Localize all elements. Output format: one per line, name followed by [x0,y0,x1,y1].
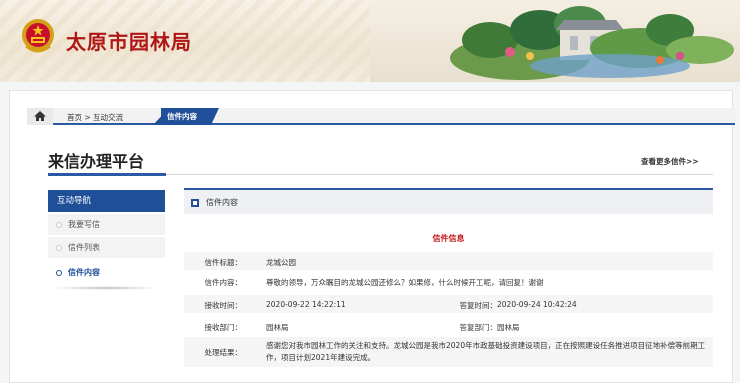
received-time-label: 接收时间： [204,301,243,310]
section-title: 信件内容 [206,198,238,207]
home-button[interactable] [27,108,53,125]
sidebar-item-letter-list[interactable]: 信件列表 [48,237,165,259]
received-time-value: 2020-09-22 14:22:11 [266,300,346,309]
page-title: 来信办理平台 [48,152,145,171]
bullet-icon [56,222,62,228]
content-label: 信件内容： [204,278,243,287]
national-emblem-icon [22,19,54,53]
row-result: 处理结果： 感谢您对我市园林工作的关注和支持。龙城公园是我市2020年市政基础投… [184,337,713,367]
subject-label: 信件标题： [204,258,243,267]
content-value: 尊敬的领导，万众瞩目的龙城公园还修么？如果修，什么时候开工呢，请回复！谢谢 [266,278,544,287]
more-letters-link[interactable]: 查看更多信件>> [641,156,699,167]
row-content: 信件内容： 尊敬的领导，万众瞩目的龙城公园还修么？如果修，什么时候开工呢，请回复… [184,272,713,290]
breadcrumb-path[interactable]: 首页 > 互动交流 [67,112,123,123]
breadcrumb-current: 信件内容 [153,108,219,125]
sidebar-heading: 互动导航 [48,190,165,212]
row-departments: 接收部门： 园林局 答复部门： 园林局 [184,317,713,335]
receiving-dept-value: 园林局 [266,323,289,332]
site-title[interactable]: 太原市园林局 [66,26,192,55]
row-subject: 信件标题： 龙城公园 [184,252,713,270]
title-divider [48,173,713,176]
home-icon [34,111,46,121]
reply-time-value: 2020-09-24 10:42:24 [497,300,577,309]
letter-info-title: 信件信息 [432,234,465,243]
bullet-icon [56,270,62,276]
sidebar-item-label: 我要写信 [68,220,100,229]
subject-value: 龙城公园 [266,258,296,267]
sidebar-item-write-letter[interactable]: 我要写信 [48,214,165,236]
reply-dept-label: 答复部门： [459,323,498,332]
bullet-icon [56,245,62,251]
sidebar-item-label: 信件内容 [68,268,100,277]
row-times: 接收时间： 2020-09-22 14:22:11 答复时间： 2020-09-… [184,295,713,313]
square-bullet-icon [191,199,199,207]
receiving-dept-label: 接收部门： [204,323,243,332]
sidebar-shadow [52,286,160,290]
sidebar-item-letter-content[interactable]: 信件内容 [48,262,165,284]
site-header: 太原市园林局 [0,0,740,82]
result-value: 感谢您对我市园林工作的关注和支持。龙城公园是我市2020年市政基础投资建设项目，… [266,341,706,362]
garden-banner-image [370,0,740,82]
reply-dept-value: 园林局 [497,323,520,332]
result-label: 处理结果： [204,348,243,357]
reply-time-label: 答复时间： [459,301,498,310]
section-header: 信件内容 [184,188,713,214]
title-divider-accent [48,173,166,176]
breadcrumb: 首页 > 互动交流 信件内容 [27,108,735,125]
sidebar-item-label: 信件列表 [68,243,100,252]
